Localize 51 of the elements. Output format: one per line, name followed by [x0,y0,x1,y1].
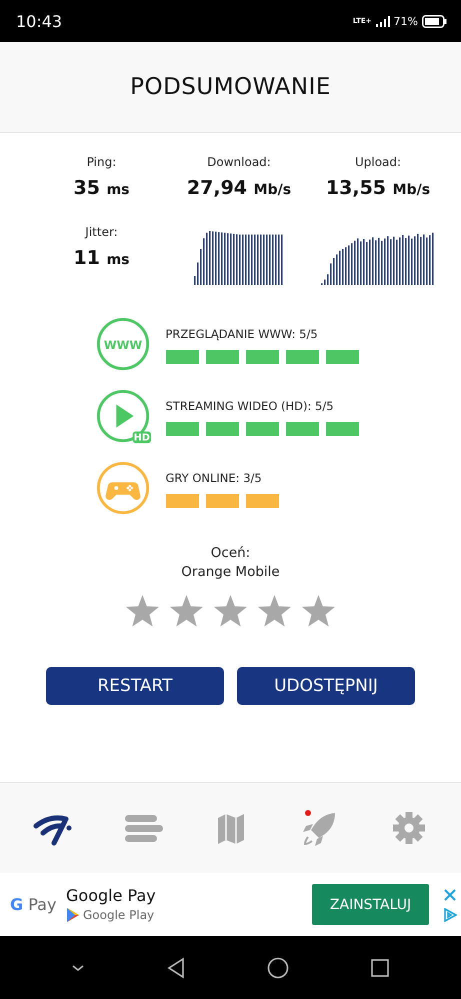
ad-choices-icon[interactable] [443,908,457,922]
signal-icon [376,16,390,26]
icon-label: WWW [103,338,142,352]
quality-segment [326,350,358,364]
stat-label: Download: [207,155,271,169]
quality-label: GRY ONLINE: 3/5 [166,470,263,484]
chevron-down-icon[interactable] [70,963,85,973]
hd-badge: HD [132,431,151,444]
ad-logo: G Pay [10,895,56,914]
page-title: PODSUMOWANIE [130,74,331,100]
quality-segment [326,422,358,436]
quality-label: PRZEGLĄDANIE WWW: 5/5 [166,326,319,340]
operator-name: Orange Mobile [181,564,280,580]
ad-store: Google Play [83,908,154,922]
quality-segment [286,350,318,364]
quality-segment [206,422,238,436]
share-button[interactable]: UDOSTĘPNIJ [237,667,415,705]
close-icon[interactable] [443,888,457,902]
stat-label: Ping: [86,155,116,169]
stat-value: 13,55 Mb/s [326,177,430,199]
install-button[interactable]: ZAINSTALUJ [312,884,429,925]
ad-title: Google Pay [66,886,157,905]
quality-segment [166,350,198,364]
home-icon[interactable] [267,957,290,979]
star-icon[interactable] [125,594,160,629]
stat-label: Jitter: [85,225,118,239]
quality-segment [246,350,278,364]
play-store-icon [66,907,80,923]
quality-segment [166,494,198,508]
star-icon[interactable] [213,594,248,629]
star-icon[interactable] [301,594,336,629]
quality-segment [206,350,238,364]
star-icon[interactable] [257,594,292,629]
clock: 10:43 [16,12,62,30]
quality-label: STREAMING WIDEO (HD): 5/5 [166,398,335,412]
stat-value: 27,94 Mb/s [186,177,292,199]
quality-segment [246,422,278,436]
quality-segment [206,494,238,508]
stat-label: Upload: [354,155,402,169]
battery-icon [422,14,447,28]
star-icon[interactable] [169,594,204,629]
recents-icon[interactable] [370,958,390,978]
rating-prompt: Oceń: [210,545,250,561]
quality-segment [286,422,318,436]
stat-value: 35 ms [74,177,130,199]
quality-segment [246,494,278,508]
battery-percent: 71% [394,14,418,28]
back-icon[interactable] [166,957,186,979]
stat-value: 11 ms [74,247,130,269]
quality-segment [166,422,198,436]
restart-button[interactable]: RESTART [46,667,224,705]
